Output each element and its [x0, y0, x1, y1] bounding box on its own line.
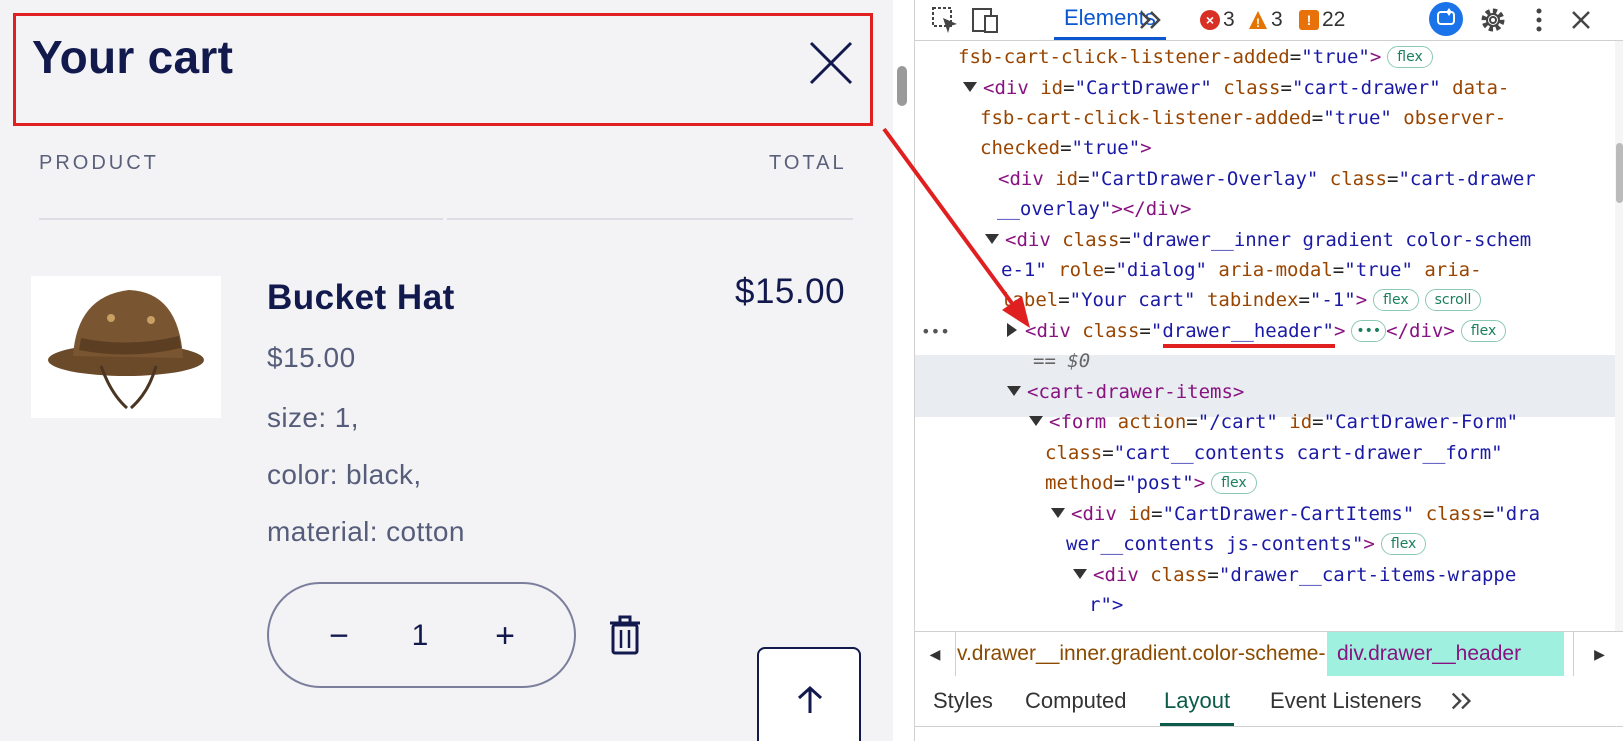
flex-badge[interactable]: flex [1373, 289, 1419, 311]
breadcrumb: ◀ v.drawer__inner.gradient.color-scheme-… [915, 631, 1623, 677]
cart-drawer: Your cart PRODUCT TOTAL Bucket Hat $15.0… [0, 0, 893, 741]
dom-line[interactable]: __overlay"></div> [997, 194, 1191, 225]
error-count-badge[interactable]: × 3 [1200, 8, 1235, 32]
column-header-total: TOTAL [769, 152, 847, 174]
dom-line[interactable]: <div class="drawer__inner gradient color… [985, 225, 1531, 256]
dom-line[interactable]: r"> [1089, 590, 1123, 621]
error-icon: × [1200, 10, 1220, 30]
item-option-size: size: 1, [267, 402, 359, 433]
dom-line[interactable]: <div class="drawer__cart-items-wrappe [1073, 560, 1516, 591]
dom-line[interactable]: e-1" role="dialog" aria-modal="true" ari… [1001, 255, 1482, 286]
issues-count-badge[interactable]: ! 22 [1299, 8, 1345, 32]
trash-icon[interactable] [609, 615, 641, 655]
flex-badge[interactable]: flex [1211, 472, 1257, 494]
error-count: 3 [1223, 8, 1235, 31]
dom-scrollbar[interactable] [1615, 41, 1623, 631]
collapse-triangle-icon[interactable] [1007, 386, 1021, 396]
quantity-minus-button[interactable]: − [309, 606, 369, 666]
collapse-triangle-icon[interactable] [985, 234, 999, 244]
close-icon[interactable] [808, 40, 854, 86]
item-name[interactable]: Bucket Hat [267, 278, 455, 318]
warning-count-badge[interactable]: ! 3 [1248, 8, 1283, 32]
expand-triangle-icon[interactable] [1007, 323, 1017, 337]
quantity-stepper: − 1 + [267, 582, 576, 688]
devtools-panel: Elements × 3 ! 3 ! 22 fsb-cart-click-lis… [914, 0, 1623, 741]
collapse-triangle-icon[interactable] [963, 82, 977, 92]
cart-title: Your cart [32, 31, 234, 83]
ellipsis-badge[interactable]: ••• [1351, 320, 1387, 342]
dom-line[interactable]: class="cart__contents cart-drawer__form" [1045, 438, 1503, 469]
divider [39, 218, 443, 220]
breadcrumb-prev-icon[interactable]: ◀ [915, 632, 956, 676]
dom-line-selected[interactable]: <div class="drawer__header"> ••• </div> fle… [1007, 316, 1507, 347]
dom-line[interactable]: <cart-drawer-items> [1007, 377, 1244, 408]
column-header-product: PRODUCT [39, 152, 159, 174]
devtools-toolbar: Elements × 3 ! 3 ! 22 [915, 0, 1623, 41]
dom-tree: fsb-cart-click-listener-added="true"> fle… [915, 41, 1615, 631]
quantity-input[interactable]: 1 [389, 606, 451, 666]
breadcrumb-item-selected[interactable]: div.drawer__header [1327, 632, 1564, 676]
scroll-to-top-button[interactable] [757, 647, 861, 741]
device-toolbar-icon[interactable] [971, 6, 999, 34]
issues-count: 22 [1322, 8, 1346, 31]
tab-styles[interactable]: Styles [929, 676, 997, 726]
flex-badge[interactable]: flex [1387, 46, 1433, 68]
breadcrumb-item[interactable]: v.drawer__inner.gradient.color-scheme-1 [957, 632, 1337, 676]
settings-gear-icon[interactable] [1479, 6, 1507, 34]
more-tabs-icon[interactable] [1137, 6, 1165, 34]
more-tabs-icon[interactable] [1445, 676, 1479, 726]
warning-icon: ! [1249, 11, 1267, 30]
breadcrumb-next-icon[interactable]: ▶ [1573, 632, 1623, 676]
dom-line[interactable]: <div id="CartDrawer-Overlay" class="cart… [998, 164, 1536, 195]
item-option-material: material: cotton [267, 516, 465, 547]
dom-line[interactable]: <div id="CartDrawer-CartItems" class="dr… [1051, 499, 1540, 530]
item-price: $15.00 [267, 342, 356, 373]
collapse-triangle-icon[interactable] [1051, 508, 1065, 518]
quantity-plus-button[interactable]: + [475, 606, 535, 666]
tab-computed[interactable]: Computed [1021, 676, 1131, 726]
dom-line[interactable]: checked="true"> [980, 133, 1152, 164]
warning-count: 3 [1271, 8, 1283, 31]
collapse-triangle-icon[interactable] [1073, 569, 1087, 579]
dom-line[interactable]: fsb-cart-click-listener-added="true"> fle… [958, 42, 1433, 73]
dom-line: == $0 [1033, 350, 1091, 372]
dom-line[interactable]: label="Your cart" tabindex="-1"> flex scro… [1001, 285, 1482, 316]
flex-badge[interactable]: flex [1380, 533, 1427, 555]
flex-badge[interactable]: flex [1460, 320, 1507, 342]
collapse-triangle-icon[interactable] [1029, 416, 1043, 426]
scroll-badge[interactable]: scroll [1424, 289, 1482, 311]
row-actions-icon[interactable]: ••• [921, 316, 950, 347]
dom-line[interactable]: method="post"> flex [1045, 468, 1257, 499]
item-total: $15.00 [735, 272, 846, 311]
svg-text:!: ! [1256, 16, 1260, 30]
arrow-up-icon [797, 685, 823, 713]
issues-icon: ! [1299, 10, 1319, 30]
dom-line[interactable]: <div id="CartDrawer" class="cart-drawer"… [963, 73, 1509, 104]
dom-line[interactable]: fsb-cart-click-listener-added="true" obs… [980, 103, 1506, 134]
product-image[interactable] [31, 276, 221, 418]
item-option-color: color: black, [267, 459, 422, 490]
inspect-element-icon[interactable] [931, 6, 959, 34]
page-scrollbar[interactable] [897, 66, 907, 106]
annotation-underline [1163, 344, 1335, 348]
tab-layout[interactable]: Layout [1160, 676, 1235, 726]
divider [447, 218, 853, 220]
sidebar-tabs: Styles Computed Layout Event Listeners [915, 676, 1623, 727]
dom-line[interactable]: <form action="/cart" id="CartDrawer-Form… [1029, 407, 1518, 438]
ai-assistance-icon[interactable] [1429, 2, 1463, 36]
more-options-icon[interactable] [1525, 6, 1553, 34]
dom-line[interactable]: wer__contents js-contents"> flex [1066, 529, 1427, 560]
close-devtools-icon[interactable] [1567, 6, 1595, 34]
tab-event-listeners[interactable]: Event Listeners [1266, 676, 1426, 726]
